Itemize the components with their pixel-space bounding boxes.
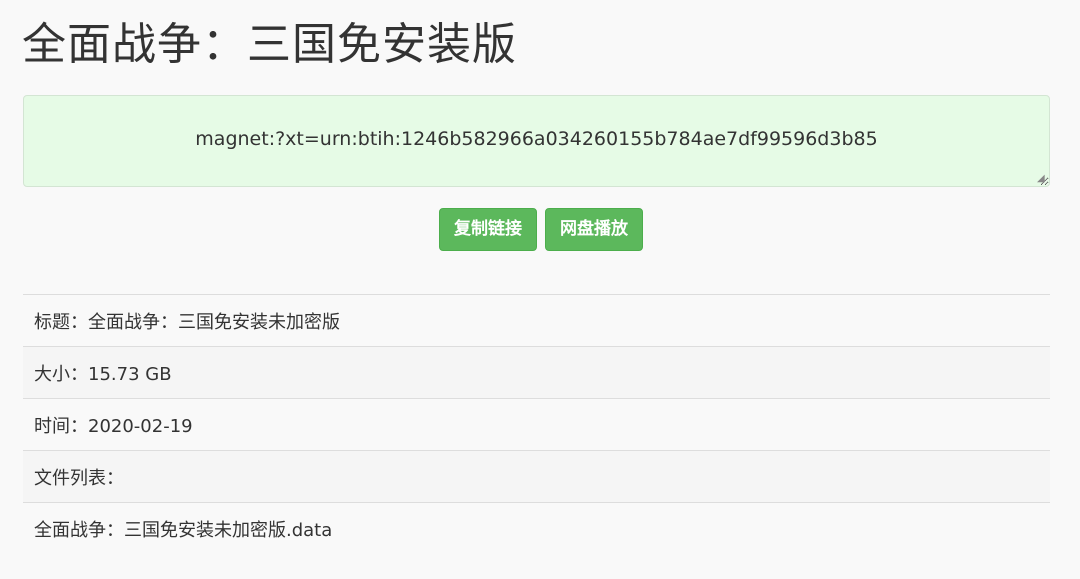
file-name: 全面战争：三国免安装未加密版.data [34, 519, 333, 541]
row-label: 时间： [34, 415, 88, 437]
info-table: 标题：全面战争：三国免安装未加密版 大小：15.73 GB 时间：2020-02… [23, 294, 1050, 554]
row-value: 全面战争：三国免安装未加密版 [88, 311, 340, 333]
row-label: 文件列表： [34, 467, 124, 489]
table-row-size: 大小：15.73 GB [23, 346, 1050, 399]
info-cell: 大小：15.73 GB [23, 346, 1050, 399]
row-value: 15.73 GB [88, 363, 172, 385]
action-buttons: 复制链接 网盘播放 [0, 208, 1080, 251]
page-title: 全面战争：三国免安装版 [22, 19, 517, 70]
copy-link-button[interactable]: 复制链接 [439, 208, 537, 251]
info-cell: 时间：2020-02-19 [23, 398, 1050, 451]
table-row-title: 标题：全面战争：三国免安装未加密版 [23, 294, 1050, 347]
row-label: 大小： [34, 363, 88, 385]
table-row-date: 时间：2020-02-19 [23, 398, 1050, 451]
table-row-file-list-header: 文件列表： [23, 450, 1050, 503]
table-row-file: 全面战争：三国免安装未加密版.data [23, 502, 1050, 554]
magnet-link-textarea[interactable]: magnet:?xt=urn:btih:1246b582966a03426015… [23, 95, 1050, 187]
row-value: 2020-02-19 [88, 415, 193, 437]
info-cell: 全面战争：三国免安装未加密版.data [23, 502, 1050, 554]
cloud-play-button[interactable]: 网盘播放 [545, 208, 643, 251]
info-cell: 标题：全面战争：三国免安装未加密版 [23, 294, 1050, 347]
resize-grip-icon[interactable]: ◢ [1037, 174, 1047, 184]
row-label: 标题： [34, 311, 88, 333]
info-cell: 文件列表： [23, 450, 1050, 503]
